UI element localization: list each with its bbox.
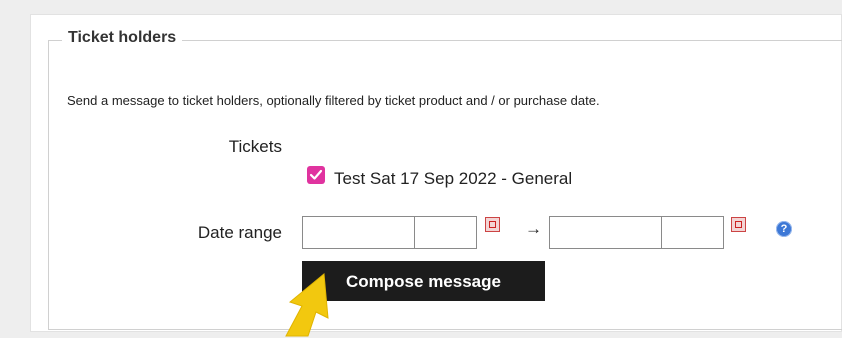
help-icon[interactable]: ?: [776, 221, 792, 237]
range-separator-arrow: →: [525, 219, 542, 238]
from-date-input[interactable]: [302, 216, 415, 249]
tickets-label: Tickets: [228, 137, 282, 156]
date-range-label: Date range: [197, 223, 282, 242]
fieldset-legend: Ticket holders: [62, 29, 183, 47]
calendar-icon[interactable]: [485, 217, 500, 232]
to-date-input[interactable]: [549, 216, 662, 249]
from-time-input[interactable]: [414, 216, 477, 249]
ticket-option-label[interactable]: Test Sat 17 Sep 2022 - General: [334, 169, 572, 189]
ticket-checkbox[interactable]: [307, 166, 325, 184]
calendar-icon[interactable]: [731, 217, 746, 232]
check-icon: [309, 169, 323, 180]
to-time-input[interactable]: [661, 216, 724, 249]
section-description: Send a message to ticket holders, option…: [67, 93, 600, 108]
pointer-arrow-icon: [285, 273, 329, 337]
compose-message-button[interactable]: Compose message: [302, 261, 545, 301]
